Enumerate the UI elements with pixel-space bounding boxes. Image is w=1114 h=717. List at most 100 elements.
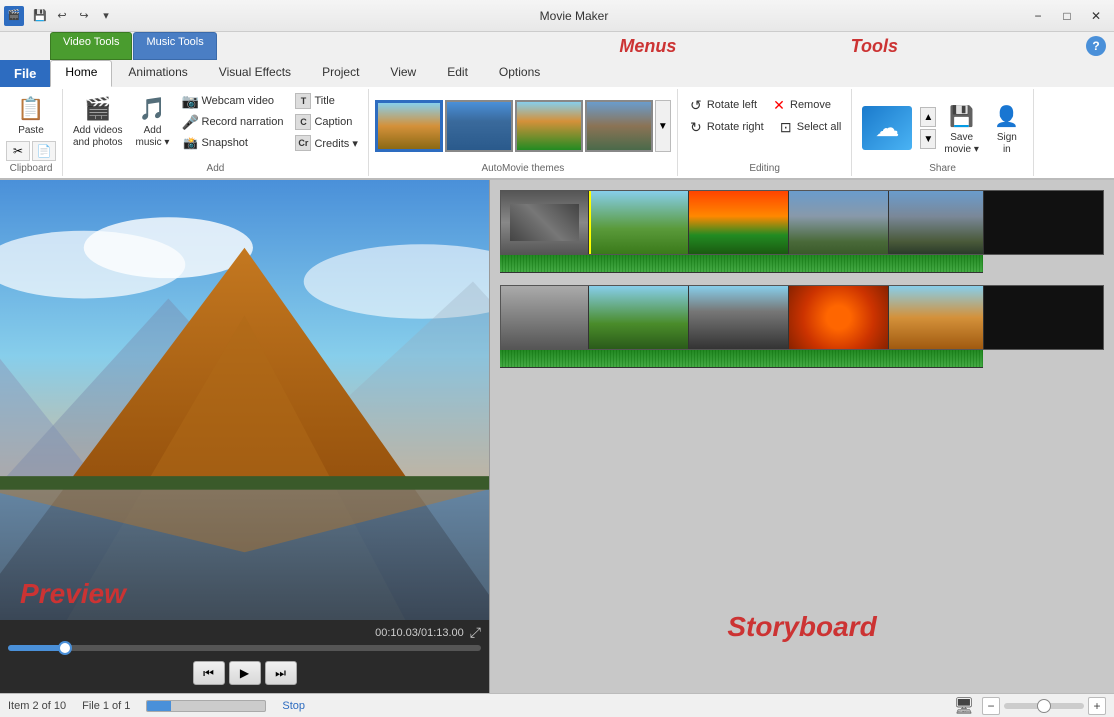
film-strip-1 (500, 190, 1104, 255)
share-group: ☁ ▲ ▼ 💾 Savemovie ▾ 👤 Signin Share (852, 89, 1033, 176)
menus-annotation: Menus (619, 36, 676, 57)
scroll-up-btn[interactable]: ▲ (920, 107, 936, 127)
undo-btn[interactable]: ↩ (52, 6, 72, 26)
paste-button[interactable]: 📋 Paste (11, 91, 51, 139)
zoom-out-btn[interactable]: − (982, 697, 1000, 715)
zoom-slider[interactable] (1004, 703, 1084, 709)
playback-controls: ⏮ ▶ ⏭ (8, 657, 481, 689)
add-videos-button[interactable]: 🎬 Add videosand photos (69, 91, 127, 151)
help-button[interactable]: ? (1086, 36, 1106, 56)
clip-6[interactable] (501, 286, 589, 349)
remove-button[interactable]: ✕ Remove (767, 95, 835, 115)
redo-btn[interactable]: ↪ (74, 6, 94, 26)
tab-animations[interactable]: Animations (113, 60, 202, 87)
theme-2[interactable] (445, 100, 513, 152)
storyboard-label: Storyboard (727, 611, 876, 643)
clipboard-group: 📋 Paste ✂ 📄 Clipboard (0, 89, 63, 176)
preview-controls: 00:10.03/01:13.00 ⤢ ⏮ ▶ ⏭ (0, 620, 489, 693)
credits-button[interactable]: Cr Credits ▾ (291, 133, 361, 153)
app-icon: 🎬 (4, 6, 24, 26)
editing-group: ↺ Rotate left ✕ Remove ↻ Rotate right ⊡ … (678, 89, 853, 176)
tab-view[interactable]: View (375, 60, 431, 87)
film-strip-2 (500, 285, 1104, 350)
quick-access-more[interactable]: ▾ (96, 6, 116, 26)
caption-button[interactable]: C Caption (291, 112, 361, 132)
theme-3[interactable] (515, 100, 583, 152)
scroll-down-btn[interactable]: ▼ (920, 129, 936, 149)
preview-seekbar[interactable] (8, 645, 481, 651)
title-bar: 🎬 💾 ↩ ↪ ▾ Movie Maker − □ ✕ (0, 0, 1114, 32)
minimize-btn[interactable]: − (1024, 6, 1052, 26)
zoom-in-btn[interactable]: + (1088, 697, 1106, 715)
theme-1[interactable] (375, 100, 443, 152)
expand-preview-btn[interactable]: ⤢ (470, 624, 481, 641)
clip-1[interactable] (501, 191, 589, 254)
tab-options[interactable]: Options (484, 60, 555, 87)
timeline-track-1 (500, 190, 1104, 273)
onedrive-button[interactable]: ☁ (858, 104, 916, 152)
snapshot-button[interactable]: 📸 Snapshot (179, 133, 288, 153)
tab-edit[interactable]: Edit (432, 60, 483, 87)
play-btn[interactable]: ▶ (229, 661, 261, 685)
stop-btn[interactable]: Stop (282, 700, 305, 712)
status-right: 🖥 − + (954, 696, 1106, 716)
ribbon: 📋 Paste ✂ 📄 Clipboard 🎬 Add videosand ph… (0, 87, 1114, 180)
quick-access-toolbar: 🎬 💾 ↩ ↪ ▾ (4, 6, 116, 26)
select-all-button[interactable]: ⊡ Select all (774, 117, 846, 137)
timecode-display: 00:10.03/01:13.00 (375, 627, 464, 639)
tab-visual-effects[interactable]: Visual Effects (204, 60, 306, 87)
prev-frame-btn[interactable]: ⏮ (193, 661, 225, 685)
title-text: Movie Maker (124, 9, 1024, 23)
main-content: Preview 00:10.03/01:13.00 ⤢ ⏮ ▶ ⏭ (0, 180, 1114, 693)
clip-10[interactable] (889, 286, 984, 349)
save-quick-btn[interactable]: 💾 (30, 6, 50, 26)
title-button[interactable]: T Title (291, 91, 361, 111)
next-frame-btn[interactable]: ⏭ (265, 661, 297, 685)
cut-button[interactable]: ✂ (6, 141, 30, 161)
theme-4[interactable] (585, 100, 653, 152)
progress-bar-fill (147, 701, 171, 711)
close-btn[interactable]: ✕ (1082, 6, 1110, 26)
seek-thumb[interactable] (58, 641, 72, 655)
item-count: Item 2 of 10 (8, 700, 66, 712)
clip-5[interactable] (889, 191, 984, 254)
status-bar: Item 2 of 10 File 1 of 1 Stop 🖥 − + (0, 693, 1114, 717)
rotate-right-button[interactable]: ↻ Rotate right (684, 117, 768, 137)
add-group: 🎬 Add videosand photos 🎵 Addmusic ▾ 📷 We… (63, 89, 369, 176)
window-controls: − □ ✕ (1024, 6, 1110, 26)
maximize-btn[interactable]: □ (1053, 6, 1081, 26)
automovie-group: ▼ AutoMovie themes (369, 89, 678, 176)
storyboard-pane: Storyboard (490, 180, 1114, 693)
theme-scroll-down[interactable]: ▼ (655, 100, 671, 152)
tools-annotation: Tools (851, 36, 898, 57)
clip-3[interactable] (689, 191, 789, 254)
preview-pane: Preview 00:10.03/01:13.00 ⤢ ⏮ ▶ ⏭ (0, 180, 490, 693)
tool-tabs-row: Video Tools Music Tools Menus Tools ? (0, 32, 1114, 60)
seek-progress (8, 645, 65, 651)
file-count: File 1 of 1 (82, 700, 130, 712)
video-tools-tab[interactable]: Video Tools (50, 32, 132, 60)
playhead (589, 191, 591, 254)
screen-icon: 🖥 (954, 696, 974, 716)
save-movie-button[interactable]: 💾 Savemovie ▾ (940, 98, 982, 158)
main-tabs-row: File Home Animations Visual Effects Proj… (0, 60, 1114, 87)
webcam-video-button[interactable]: 📷 Webcam video (179, 91, 288, 111)
clip-4[interactable] (789, 191, 889, 254)
clip-8[interactable] (689, 286, 789, 349)
preview-timecode: 00:10.03/01:13.00 ⤢ (8, 624, 481, 641)
clip-7[interactable] (589, 286, 689, 349)
sign-in-button[interactable]: 👤 Signin (987, 98, 1027, 158)
add-music-button[interactable]: 🎵 Addmusic ▾ (131, 91, 175, 151)
music-tools-tab[interactable]: Music Tools (133, 32, 216, 60)
zoom-thumb (1037, 699, 1051, 713)
clip-2[interactable] (589, 191, 689, 254)
record-narration-button[interactable]: 🎤 Record narration (179, 112, 288, 132)
clip-9[interactable] (789, 286, 889, 349)
preview-label: Preview (20, 578, 126, 610)
tab-home[interactable]: Home (50, 60, 112, 87)
file-tab[interactable]: File (0, 60, 50, 87)
copy-button[interactable]: 📄 (32, 141, 56, 161)
rotate-left-button[interactable]: ↺ Rotate left (684, 95, 761, 115)
preview-image: Preview (0, 180, 489, 620)
tab-project[interactable]: Project (307, 60, 374, 87)
